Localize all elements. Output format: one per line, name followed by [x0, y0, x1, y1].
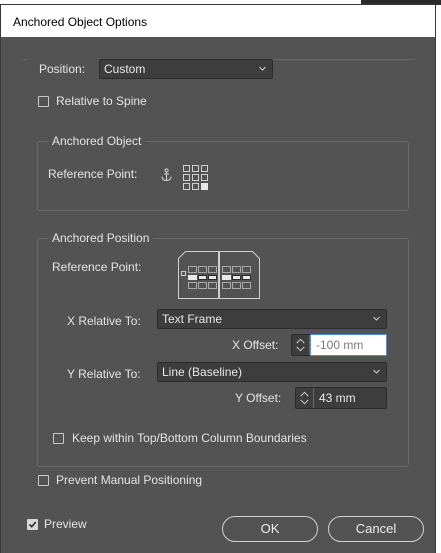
cancel-button[interactable]: Cancel [328, 516, 424, 542]
relative-to-spine-checkbox[interactable] [38, 96, 49, 107]
keep-within-label: Keep within Top/Bottom Column Boundaries [72, 431, 307, 445]
x-relative-to-label: X Relative To: [67, 314, 141, 328]
position-label: Position: [39, 62, 86, 76]
y-relative-to-value: Line (Baseline) [162, 365, 243, 379]
position-value: Custom [104, 62, 146, 76]
spread-reference-point-icon[interactable] [173, 250, 265, 300]
anchor-icon [161, 168, 172, 182]
x-offset-field-wrap: -100 mm [291, 334, 387, 356]
x-offset-label: X Offset: [232, 338, 279, 352]
ok-button[interactable]: OK [222, 516, 318, 542]
chevron-down-icon [373, 369, 380, 374]
relative-to-spine-label: Relative to Spine [56, 94, 147, 108]
y-offset-stepper[interactable] [296, 388, 314, 408]
x-offset-stepper[interactable] [292, 335, 310, 355]
y-relative-to-label: Y Relative To: [67, 367, 141, 381]
anchored-object-legend: Anchored Object [48, 133, 146, 149]
position-select[interactable]: Custom [99, 59, 273, 79]
chevron-down-icon [373, 316, 380, 321]
dialog-content: Position: Custom Relative to Spine Ancho… [1, 37, 435, 553]
y-offset-field-wrap: 43 mm [295, 387, 387, 409]
anchored-object-options-dialog: Anchored Object Options Position: Custom… [0, 4, 436, 553]
y-offset-input[interactable]: 43 mm [314, 388, 386, 408]
preview-checkbox[interactable] [27, 519, 38, 530]
keep-within-checkbox[interactable] [53, 433, 64, 444]
anchored-position-reference-point-label: Reference Point: [52, 260, 142, 274]
x-relative-to-value: Text Frame [162, 312, 223, 326]
prevent-manual-positioning-checkbox[interactable] [38, 475, 49, 486]
reference-point-grid-icon[interactable] [182, 164, 210, 192]
y-offset-label: Y Offset: [235, 391, 282, 405]
anchored-position-legend: Anchored Position [48, 230, 154, 246]
x-offset-input[interactable]: -100 mm [310, 334, 387, 356]
x-relative-to-select[interactable]: Text Frame [157, 309, 387, 329]
y-relative-to-select[interactable]: Line (Baseline) [157, 362, 387, 382]
anchored-object-reference-point-label: Reference Point: [48, 167, 138, 181]
preview-label: Preview [44, 517, 87, 531]
dialog-title: Anchored Object Options [1, 5, 435, 37]
chevron-down-icon [259, 66, 266, 71]
checkmark-icon [28, 521, 37, 528]
prevent-manual-positioning-label: Prevent Manual Positioning [56, 473, 203, 487]
